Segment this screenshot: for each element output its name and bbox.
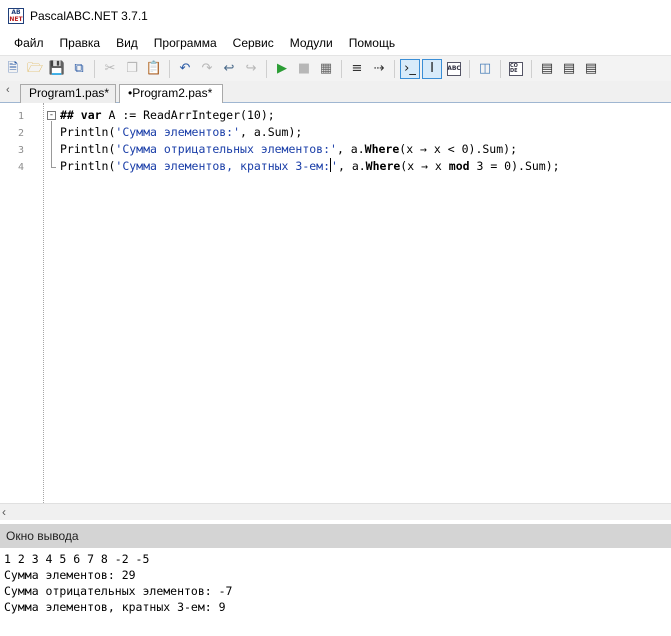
run-icon[interactable]: ▶ [272, 59, 292, 79]
toolbar-separator [394, 59, 395, 78]
tab-scroll-left-icon[interactable]: ‹ [6, 84, 10, 96]
format-icon[interactable]: I [422, 58, 442, 79]
output-panel[interactable]: 1 2 3 4 5 6 7 8 -2 -5 Сумма элементов: 2… [0, 548, 671, 636]
code-token: 0 [461, 142, 469, 156]
code-token: ## [60, 108, 81, 122]
menu-bar: Файл Правка Вид Программа Сервис Модули … [0, 31, 671, 55]
cut-icon[interactable]: ✂ [100, 59, 120, 79]
line-number: 2 [18, 128, 25, 139]
window-title: PascalABC.NET 3.7.1 [30, 8, 148, 23]
insert-snippet-icon[interactable]: ◫ [475, 59, 495, 79]
code-line-1: ## var A := ReadArrInteger(10); [60, 107, 275, 124]
tab-strip: ‹ Program1.pas* •Program2.pas* [0, 81, 671, 104]
compile-icon[interactable]: ↩ [219, 59, 239, 79]
output-panel-title: Окно вывода [0, 524, 671, 548]
code-token: var [80, 108, 102, 122]
code-line-3: Println('Сумма отрицательных элементов:'… [60, 141, 517, 158]
code-token: Where [365, 159, 401, 173]
step-over-icon[interactable]: ⇢ [369, 59, 389, 79]
redo-icon[interactable]: ↷ [197, 59, 217, 79]
code-token: ); [260, 108, 275, 122]
scroll-left-icon[interactable]: ‹ [2, 504, 6, 520]
code-token: A := ReadArrInteger( [101, 108, 247, 122]
code-line-4: Println('Сумма элементов, кратных 3-ем:'… [60, 158, 560, 175]
bookmark-r-icon[interactable]: ▤ [581, 59, 601, 79]
open-folder-icon[interactable]: 🗁 [25, 59, 45, 79]
code-token: (x → x < [399, 142, 462, 156]
code-token: ).Sum); [511, 159, 560, 173]
new-file-icon[interactable]: 🗎 [3, 59, 23, 79]
title-bar: AB NET PascalABC.NET 3.7.1 [0, 0, 671, 31]
output-line: Сумма отрицательных элементов: -7 [4, 584, 233, 598]
abc-icon[interactable]: ABC [444, 59, 464, 79]
code-line-2: Println('Сумма элементов:', a.Sum); [60, 124, 302, 141]
code-token: , a. [337, 159, 366, 173]
toolbar-separator [94, 59, 95, 78]
toolbar-separator [169, 59, 170, 78]
code-token: , a. [336, 142, 365, 156]
menu-view[interactable]: Вид [108, 33, 146, 53]
horizontal-scrollbar[interactable]: ‹ [0, 503, 671, 520]
code-editor[interactable]: 1 2 3 4 - ## var A := ReadArrInteger(10)… [0, 103, 671, 503]
code-token: 10 [246, 108, 261, 122]
fold-guide [51, 121, 52, 167]
fold-guide-end [51, 167, 56, 168]
output-line: Сумма элементов: 29 [4, 568, 136, 582]
fold-toggle-icon[interactable]: - [47, 111, 56, 120]
bookmark-d-icon[interactable]: ▤ [537, 59, 557, 79]
code-token: 'Сумма элементов, кратных 3-ем: [115, 159, 331, 173]
code-token: (x → x [400, 159, 449, 173]
code-token: Where [364, 142, 400, 156]
toolbar-separator [531, 59, 532, 78]
toolbar-separator [266, 59, 267, 78]
line-number-gutter: 1 2 3 4 [0, 103, 44, 503]
toolbar-separator [341, 59, 342, 78]
code-token: ).Sum); [468, 142, 517, 156]
toolbar: 🗎 🗁 💾 ⧉ ✂ ❐ 📋 ↶ ↷ ↩ ↪ ▶ ■ ▦ ≡ ⇢ ›_ I ABC… [0, 55, 671, 81]
code-token: Println( [60, 125, 116, 139]
toolbar-separator [469, 59, 470, 78]
code-icon[interactable]: CO DE [506, 59, 526, 79]
copy-icon[interactable]: ❐ [122, 59, 142, 79]
code-token: , a.Sum); [240, 125, 303, 139]
undo-icon[interactable]: ↶ [175, 59, 195, 79]
step-icon[interactable]: ≡ [347, 59, 367, 79]
line-number: 4 [18, 162, 25, 173]
menu-service[interactable]: Сервис [225, 33, 282, 53]
code-token: Println( [60, 159, 116, 173]
stop-icon[interactable]: ■ [294, 59, 314, 79]
menu-file[interactable]: Файл [6, 33, 52, 53]
code-token: 'Сумма элементов:' [115, 125, 241, 139]
bookmark-l-icon[interactable]: ▤ [559, 59, 579, 79]
tab-program2[interactable]: •Program2.pas* [119, 84, 223, 104]
menu-edit[interactable]: Правка [52, 33, 109, 53]
menu-modules[interactable]: Модули [282, 33, 341, 53]
debug-icon[interactable]: ▦ [316, 59, 336, 79]
line-number: 1 [18, 111, 25, 122]
toolbar-separator [500, 59, 501, 78]
code-token: ' [331, 159, 338, 173]
output-line: Сумма элементов, кратных 3-ем: 9 [4, 600, 226, 614]
code-token: 'Сумма отрицательных элементов:' [115, 142, 337, 156]
code-token: mod [448, 159, 470, 173]
line-number: 3 [18, 145, 25, 156]
code-token: Println( [60, 142, 116, 156]
output-line: 1 2 3 4 5 6 7 8 -2 -5 [4, 552, 150, 566]
tab-program1[interactable]: Program1.pas* [20, 84, 116, 103]
paste-icon[interactable]: 📋 [144, 59, 164, 79]
stop-compile-icon[interactable]: ↪ [241, 59, 261, 79]
menu-help[interactable]: Помощь [341, 33, 403, 53]
save-icon[interactable]: 💾 [47, 59, 67, 79]
save-all-icon[interactable]: ⧉ [69, 59, 89, 79]
console-icon[interactable]: ›_ [400, 58, 420, 79]
app-logo-icon: AB NET [8, 7, 24, 24]
code-token: 3 = [469, 159, 505, 173]
menu-program[interactable]: Программа [146, 33, 225, 53]
